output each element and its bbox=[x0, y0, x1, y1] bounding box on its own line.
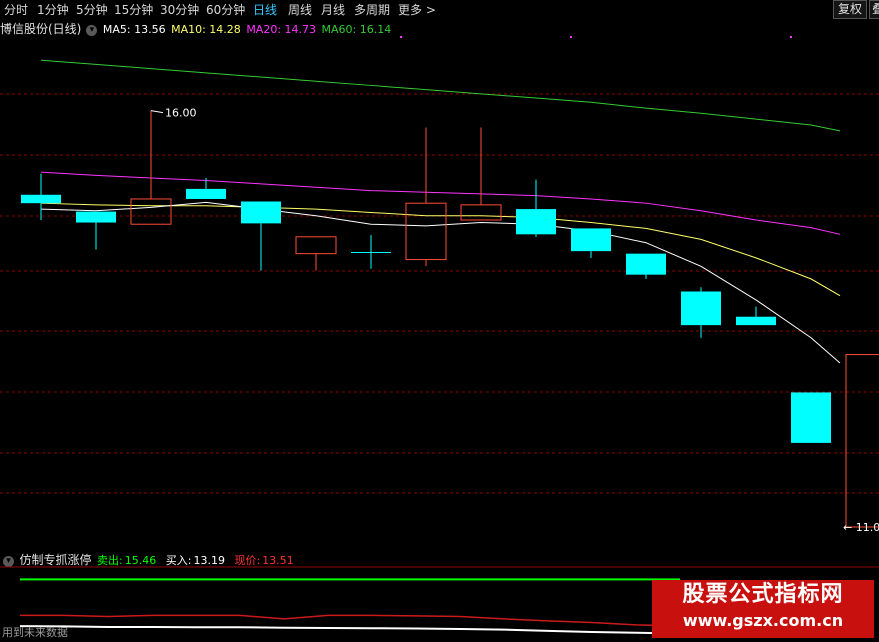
candle-body bbox=[791, 392, 831, 443]
high-pointer bbox=[150, 110, 164, 114]
chevron-down-icon[interactable]: ▾ bbox=[86, 24, 98, 36]
ma10-value: MA10: 14.28 bbox=[171, 23, 241, 36]
candle-body bbox=[241, 201, 281, 224]
candle-body bbox=[460, 204, 502, 221]
tab-7[interactable]: 周线 bbox=[288, 1, 312, 18]
candle-body bbox=[736, 316, 776, 326]
candle-body bbox=[130, 198, 172, 225]
indicator-header: ▾ 仿制专抓涨停 卖出: 15.46 买入: 13.19 现价: 13.51 bbox=[0, 551, 296, 567]
tab-0[interactable]: 分时 bbox=[4, 1, 28, 18]
marker-dot bbox=[790, 36, 792, 38]
candle-body bbox=[405, 202, 447, 261]
tab-8[interactable]: 月线 bbox=[321, 1, 345, 18]
candle-body bbox=[571, 228, 611, 252]
tab-9[interactable]: 多周期 bbox=[354, 1, 390, 18]
period-toolbar: 分时 1分钟 5分钟 15分钟 30分钟 60分钟 日线 周线 月线 多周期 更多 > bbox=[0, 0, 879, 18]
candle-body bbox=[186, 188, 226, 199]
indicator-title: 仿制专抓涨停 bbox=[19, 553, 92, 567]
watermark-logo: 股票公式指标网 www.gszx.com.cn bbox=[652, 580, 874, 638]
watermark-title: 股票公式指标网 bbox=[682, 582, 844, 607]
ma60-value: MA60: 16.14 bbox=[321, 23, 392, 36]
candlestick-chart[interactable]: 16.00 ← 11.0 bbox=[0, 36, 879, 545]
ma5-line bbox=[40, 201, 841, 364]
price-line bbox=[20, 614, 681, 627]
candle-body bbox=[516, 209, 556, 235]
restore-rights-button[interactable]: 复权 bbox=[833, 0, 868, 19]
ma60-line bbox=[40, 59, 841, 132]
candle-body bbox=[351, 251, 391, 253]
watermark-url: www.gszx.com.cn bbox=[682, 611, 844, 630]
tab-2[interactable]: 5分钟 bbox=[76, 1, 108, 18]
marker-dot bbox=[570, 36, 572, 38]
overlay-button[interactable]: 叠 bbox=[869, 0, 879, 19]
chevron-down-icon[interactable]: ▾ bbox=[3, 555, 14, 567]
buy-line bbox=[19, 625, 681, 635]
tab-3[interactable]: 15分钟 bbox=[114, 1, 153, 18]
tab-6[interactable]: 日线 bbox=[253, 1, 277, 18]
candle-body bbox=[845, 354, 879, 528]
candle-body bbox=[76, 211, 116, 223]
candle-body bbox=[681, 291, 721, 326]
ma20-value: MA20: 14.73 bbox=[246, 23, 317, 36]
main-chart-header: 博信股份(日线) ▾ MA5: 13.56 MA10: 14.28 MA20: 1… bbox=[0, 20, 393, 36]
tab-1[interactable]: 1分钟 bbox=[37, 1, 69, 18]
tab-4[interactable]: 30分钟 bbox=[160, 1, 199, 18]
tab-10[interactable]: 更多 > bbox=[398, 1, 436, 18]
tab-5[interactable]: 60分钟 bbox=[206, 1, 245, 18]
marker-dot bbox=[400, 36, 402, 38]
candle-body bbox=[295, 236, 337, 255]
ma5-value: MA5: 13.56 bbox=[102, 23, 166, 36]
candle-body bbox=[21, 194, 61, 204]
high-price-label: 16.00 bbox=[165, 107, 197, 120]
low-price-label: ← 11.0 bbox=[843, 521, 879, 534]
ma10-line bbox=[40, 202, 841, 297]
future-data-note: 用到未来数据 bbox=[2, 626, 68, 639]
candle-body bbox=[626, 253, 666, 275]
stock-title: 博信股份(日线) bbox=[0, 22, 82, 36]
